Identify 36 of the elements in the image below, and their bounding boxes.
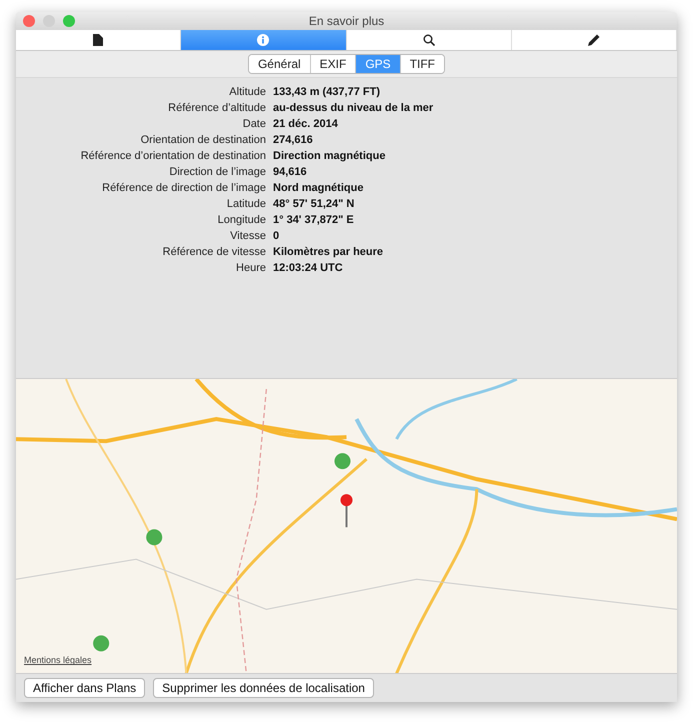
zoom-button[interactable]	[63, 15, 75, 27]
property-value: 1° 34' 37,872" E	[273, 214, 354, 226]
property-value: au-dessus du niveau de la mer	[273, 102, 434, 114]
info-icon	[257, 34, 270, 46]
property-value: 94,616	[273, 166, 307, 178]
property-value: 12:03:24 UTC	[273, 262, 343, 274]
close-button[interactable]	[23, 15, 35, 27]
property-label: Date	[242, 118, 267, 130]
property-label: Référence d’altitude	[167, 102, 267, 114]
property-label: Orientation de destination	[140, 134, 267, 146]
property-value: 0	[273, 230, 280, 242]
property-value: 274,616	[273, 134, 313, 146]
document-icon	[93, 34, 104, 46]
property-label: Direction de l’image	[168, 166, 267, 178]
property-value: Kilomètres par heure	[273, 246, 384, 258]
property-label: Référence d’orientation de destination	[80, 150, 267, 162]
window-title: En savoir plus	[308, 14, 384, 28]
property-value: 133,43 m (437,77 FT)	[273, 86, 380, 98]
pencil-icon	[588, 34, 600, 46]
action-button[interactable]: Supprimer les données de localisation	[153, 678, 374, 698]
property-value: 48° 57' 51,24" N	[273, 198, 354, 210]
property-label: Référence de vitesse	[162, 246, 267, 258]
property-label: Heure	[235, 262, 267, 274]
property-label: Altitude	[228, 86, 267, 98]
property-label: Latitude	[226, 198, 267, 210]
legal-notice-link[interactable]: Mentions légales	[24, 655, 92, 666]
property-value: 21 déc. 2014	[273, 118, 338, 130]
segment-tab[interactable]: Général	[248, 55, 311, 73]
property-value: Nord magnétique	[273, 182, 364, 194]
minimize-button[interactable]	[43, 15, 55, 27]
search-icon	[422, 34, 435, 46]
property-value: Direction magnétique	[273, 150, 386, 162]
action-button[interactable]: Afficher dans Plans	[24, 678, 146, 698]
property-label: Référence de direction de l’image	[101, 182, 267, 194]
property-label: Longitude	[216, 214, 267, 226]
property-label: Vitesse	[229, 230, 267, 242]
